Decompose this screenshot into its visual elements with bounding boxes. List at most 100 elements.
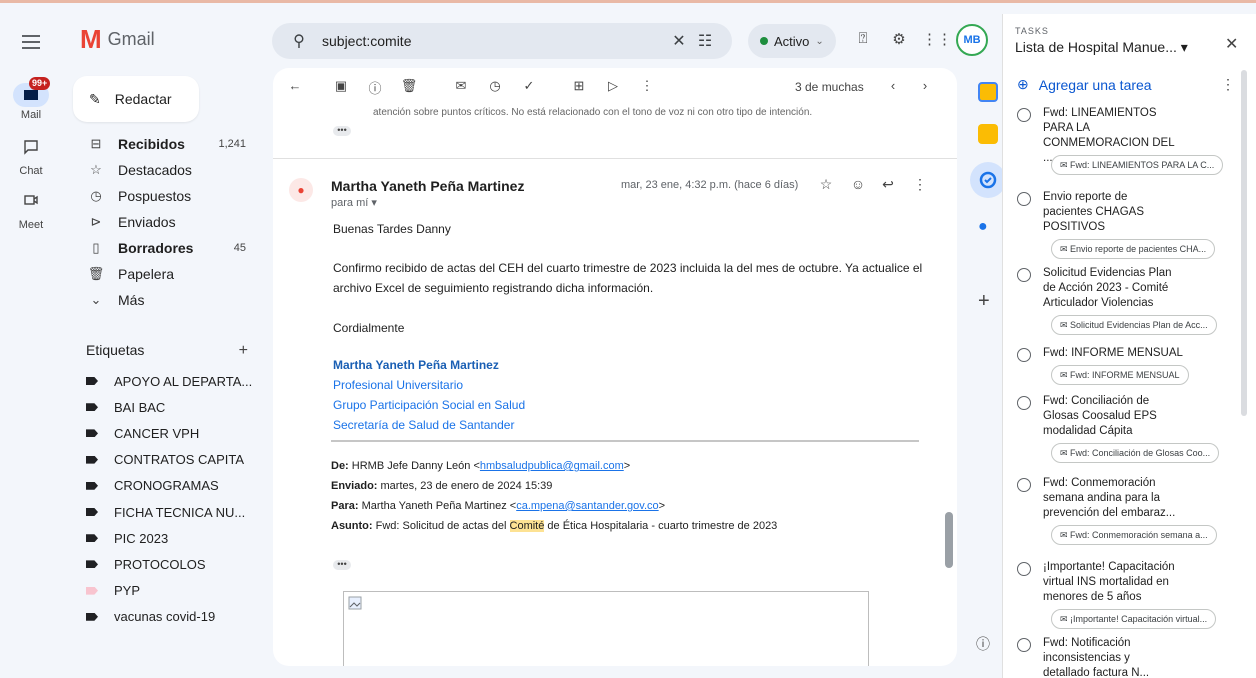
divider xyxy=(273,158,957,159)
clock-icon: ◷ xyxy=(90,188,102,203)
account-avatar[interactable]: MB xyxy=(956,24,988,56)
signature-role: Profesional Universitario xyxy=(333,378,464,392)
add-label-icon[interactable]: + xyxy=(239,342,248,360)
task-checkbox[interactable] xyxy=(1017,192,1031,206)
label-tag-icon xyxy=(86,455,98,464)
menu-icon[interactable] xyxy=(22,35,40,49)
task-checkbox[interactable] xyxy=(1017,396,1031,410)
search-input[interactable]: subject:comite xyxy=(322,33,666,49)
task-checkbox[interactable] xyxy=(1017,562,1031,576)
nav-label: Pospuestos xyxy=(118,188,192,204)
task-email-chip[interactable]: ✉ Envio reporte de pacientes CHA... xyxy=(1051,239,1216,259)
add-task-button[interactable]: ⊕ Agregar una tarea xyxy=(1017,76,1152,93)
clear-search-icon[interactable]: ✕ xyxy=(666,31,692,51)
task-checkbox[interactable] xyxy=(1017,108,1031,122)
rail-chat[interactable]: Chat xyxy=(0,139,62,177)
signature-group: Grupo Participación Social en Salud xyxy=(333,398,526,412)
star-icon[interactable]: ☆ xyxy=(817,176,835,193)
close-icon[interactable]: ✕ xyxy=(1225,34,1238,54)
nav-item-0[interactable]: ⊟ Recibidos 1,241 xyxy=(72,131,264,157)
label-item[interactable]: CONTRATOS CAPITA xyxy=(86,447,266,473)
search-icon[interactable]: ⚲ xyxy=(286,31,312,51)
more-vert-icon[interactable]: ⋮ xyxy=(911,176,929,193)
label-item[interactable]: CRONOGRAMAS xyxy=(86,473,266,499)
recipient-dropdown[interactable]: para mí ▾ xyxy=(331,196,377,209)
help-icon[interactable]: ⍰ xyxy=(852,30,874,52)
older-icon[interactable]: › xyxy=(915,78,935,98)
chevron-down-icon: ⌄ xyxy=(90,292,102,307)
newer-icon[interactable]: ‹ xyxy=(883,78,903,98)
reply-icon[interactable]: ↩ xyxy=(879,176,897,193)
snooze-icon[interactable]: ◷ xyxy=(485,78,505,98)
settings-icon[interactable]: ⚙ xyxy=(888,30,910,52)
broken-image-icon xyxy=(348,596,362,610)
label-item[interactable]: FICHA TECNICA NU... xyxy=(86,499,266,525)
more-vert-icon[interactable]: ⋮ xyxy=(1221,76,1235,93)
greeting: Buenas Tardes Danny xyxy=(333,222,451,236)
rail-meet[interactable]: Meet xyxy=(0,193,62,231)
rail-mail-label: Mail xyxy=(20,109,42,121)
apps-grid-icon[interactable]: ⋮⋮ xyxy=(922,30,952,52)
draft-icon: ▯ xyxy=(92,240,100,255)
label-text: CRONOGRAMAS xyxy=(114,478,219,494)
task-email-chip[interactable]: ✉ ¡Importante! Capacitación virtual... xyxy=(1051,609,1217,629)
report-spam-icon[interactable]: ⓘ xyxy=(365,78,385,98)
tasks-app-icon-active[interactable] xyxy=(970,162,1006,198)
label-item[interactable]: APOYO AL DEPARTA... xyxy=(86,368,266,394)
fw-from-email[interactable]: hmbsaludpublica@gmail.com xyxy=(480,460,624,472)
gmail-logo[interactable]: M Gmail xyxy=(80,26,155,52)
label-text: CONTRATOS CAPITA xyxy=(114,452,245,468)
show-trimmed-button[interactable]: ••• xyxy=(333,126,351,136)
nav-item-5[interactable]: 🗑 Papelera xyxy=(72,261,264,287)
task-checkbox[interactable] xyxy=(1017,348,1031,362)
show-trimmed-button[interactable]: ••• xyxy=(333,560,351,570)
delete-icon[interactable]: 🗑 xyxy=(399,78,419,98)
label-item[interactable]: BAI BAC xyxy=(86,394,266,420)
task-email-chip[interactable]: ✉ Solicitud Evidencias Plan de Acc... xyxy=(1051,315,1217,335)
search-bar[interactable]: ⚲ subject:comite ✕ ☷ xyxy=(272,23,732,59)
sender-name[interactable]: Martha Yaneth Peña Martinez xyxy=(331,178,524,194)
trash-icon: 🗑 xyxy=(87,266,105,281)
task-email-chip[interactable]: ✉ Fwd: Conmemoración semana a... xyxy=(1051,525,1217,545)
mark-unread-icon[interactable]: ✉ xyxy=(451,78,471,98)
task-checkbox[interactable] xyxy=(1017,268,1031,282)
calendar-app-icon[interactable] xyxy=(978,82,998,102)
task-email-chip[interactable]: ✉ Fwd: LINEAMIENTOS PARA LA C... xyxy=(1051,155,1224,175)
rail-mail[interactable]: 99+ Mail xyxy=(0,77,62,121)
keep-app-icon[interactable] xyxy=(978,124,998,144)
contacts-app-icon[interactable]: ● xyxy=(978,218,988,236)
label-item[interactable]: vacunas covid-19 xyxy=(86,604,266,630)
message-scrollbar[interactable] xyxy=(945,512,953,568)
fw-to-email[interactable]: ca.mpena@santander.gov.co xyxy=(516,500,658,512)
task-list-selector[interactable]: Lista de Hospital Manue... ▾ xyxy=(1015,39,1188,56)
archive-icon[interactable]: ▣ xyxy=(331,78,351,98)
nav-item-4[interactable]: ▯ Borradores 45 xyxy=(72,235,264,261)
status-selector[interactable]: Activo ⌄ xyxy=(748,24,836,58)
task-title: Fwd: INFORME MENSUAL xyxy=(1043,347,1183,359)
search-options-icon[interactable]: ☷ xyxy=(692,31,718,51)
label-item[interactable]: PIC 2023 xyxy=(86,525,266,551)
add-app-icon[interactable]: + xyxy=(978,290,990,313)
more-vert-icon[interactable]: ⋮ xyxy=(637,78,657,98)
add-task-icon[interactable]: ✓ xyxy=(519,78,539,98)
previous-message-snippet: atención sobre puntos críticos. No está … xyxy=(373,107,813,118)
move-to-icon[interactable]: ⊞ xyxy=(569,78,589,98)
info-icon[interactable]: ⓘ xyxy=(976,634,990,654)
label-item[interactable]: PYP xyxy=(86,578,266,604)
nav-item-1[interactable]: ☆ Destacados xyxy=(72,157,264,183)
label-text: vacunas covid-19 xyxy=(114,609,216,625)
task-checkbox[interactable] xyxy=(1017,638,1031,652)
emoji-icon[interactable]: ☺ xyxy=(849,176,867,192)
label-item[interactable]: PROTOCOLOS xyxy=(86,551,266,577)
tasks-scrollbar[interactable] xyxy=(1241,70,1247,416)
task-email-chip[interactable]: ✉ Fwd: Conciliación de Glosas Coo... xyxy=(1051,443,1220,463)
back-arrow-icon[interactable]: ← xyxy=(285,78,305,98)
label-item[interactable]: CANCER VPH xyxy=(86,420,266,446)
task-email-chip[interactable]: ✉ Fwd: INFORME MENSUAL xyxy=(1051,365,1189,385)
label-icon[interactable]: ▷ xyxy=(603,78,623,98)
nav-item-3[interactable]: ⊳ Enviados xyxy=(72,209,264,235)
nav-item-2[interactable]: ◷ Pospuestos xyxy=(72,183,264,209)
compose-button[interactable]: ✎ Redactar xyxy=(73,76,199,122)
task-checkbox[interactable] xyxy=(1017,478,1031,492)
nav-item-6[interactable]: ⌄ Más xyxy=(72,287,264,313)
